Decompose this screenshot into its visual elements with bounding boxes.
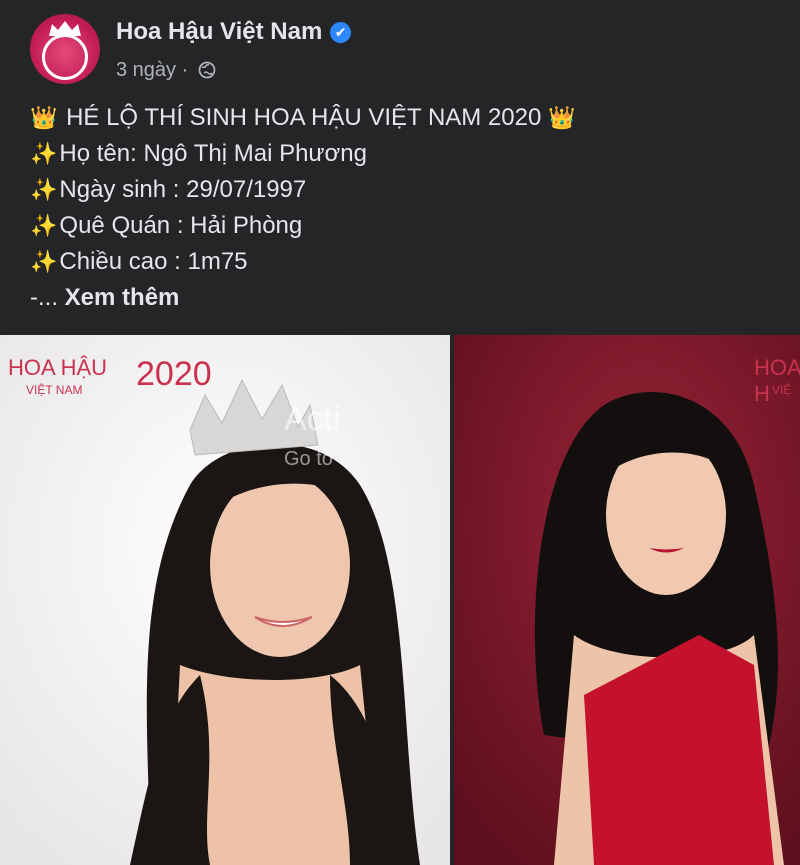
- post-line: ✨Họ tên: Ngô Thị Mai Phương: [30, 136, 770, 172]
- page-name-link[interactable]: Hoa Hậu Việt Nam ✔: [116, 18, 352, 46]
- meta-separator: ·: [181, 59, 189, 81]
- contestant-photo-red-dress: [454, 335, 800, 865]
- activate-windows-subtext: Go to: [284, 448, 333, 470]
- verified-badge-icon: ✔: [330, 22, 352, 44]
- sparkles-icon: ✨: [30, 141, 58, 166]
- photo-1[interactable]: HOA HẬU VIỆT NAM 2020: [0, 335, 450, 865]
- post-header: Hoa Hậu Việt Nam ✔ 3 ngày ·: [30, 12, 770, 88]
- logo-text-bottom: VIỆ: [772, 383, 792, 397]
- page-name[interactable]: Hoa Hậu Việt Nam: [116, 18, 322, 45]
- page-avatar[interactable]: [30, 14, 100, 84]
- globe-icon: [198, 61, 216, 79]
- post-line: 👑 HÉ LỘ THÍ SINH HOA HẬU VIỆT NAM 2020 👑: [30, 100, 770, 136]
- post-line-text: Chiều cao : 1m75: [59, 248, 248, 275]
- post-line-text: Ngày sinh : 29/07/1997: [59, 176, 307, 203]
- photo-grid: HOA HẬU VIỆT NAM 2020 HOA H VIỆ: [0, 335, 800, 865]
- contestant-photo-crown: [0, 335, 450, 865]
- post-line-text: HÉ LỘ THÍ SINH HOA HẬU VIỆT NAM 2020: [66, 104, 542, 131]
- post-body: 👑 HÉ LỘ THÍ SINH HOA HẬU VIỆT NAM 2020 👑…: [30, 100, 770, 316]
- activate-windows-overlay: Acti: [284, 400, 341, 438]
- logo-text-top: HOA HẬU: [8, 355, 108, 380]
- post-line: ✨Chiều cao : 1m75: [30, 244, 770, 280]
- logo-ring: [42, 34, 88, 80]
- crown-emoji-icon: 👑: [548, 105, 576, 130]
- post-line: ✨Quê Quán : Hải Phòng: [30, 208, 770, 244]
- sparkles-icon: ✨: [30, 249, 58, 274]
- sparkles-icon: ✨: [30, 177, 58, 202]
- crown-emoji-icon: 👑: [30, 105, 58, 130]
- see-more-link[interactable]: Xem thêm: [65, 284, 180, 311]
- post-meta: 3 ngày ·: [116, 59, 216, 82]
- ellipsis: -...: [30, 284, 65, 311]
- contest-logo: HOA HẬU VIỆT NAM 2020: [8, 355, 212, 397]
- logo-text-top: HOA H: [754, 355, 800, 406]
- post-time[interactable]: 3 ngày: [116, 59, 176, 81]
- logo-year: 2020: [136, 355, 212, 393]
- photo-2[interactable]: HOA H VIỆ: [454, 335, 800, 865]
- post-line: ✨Ngày sinh : 29/07/1997: [30, 172, 770, 208]
- contest-logo: HOA H VIỆ: [754, 355, 800, 407]
- post-line-text: Họ tên: Ngô Thị Mai Phương: [59, 140, 367, 167]
- logo-text-bottom: VIỆT NAM: [26, 383, 83, 397]
- post-line: -... Xem thêm: [30, 280, 770, 316]
- post-line-text: Quê Quán : Hải Phòng: [59, 212, 303, 239]
- sparkles-icon: ✨: [30, 213, 58, 238]
